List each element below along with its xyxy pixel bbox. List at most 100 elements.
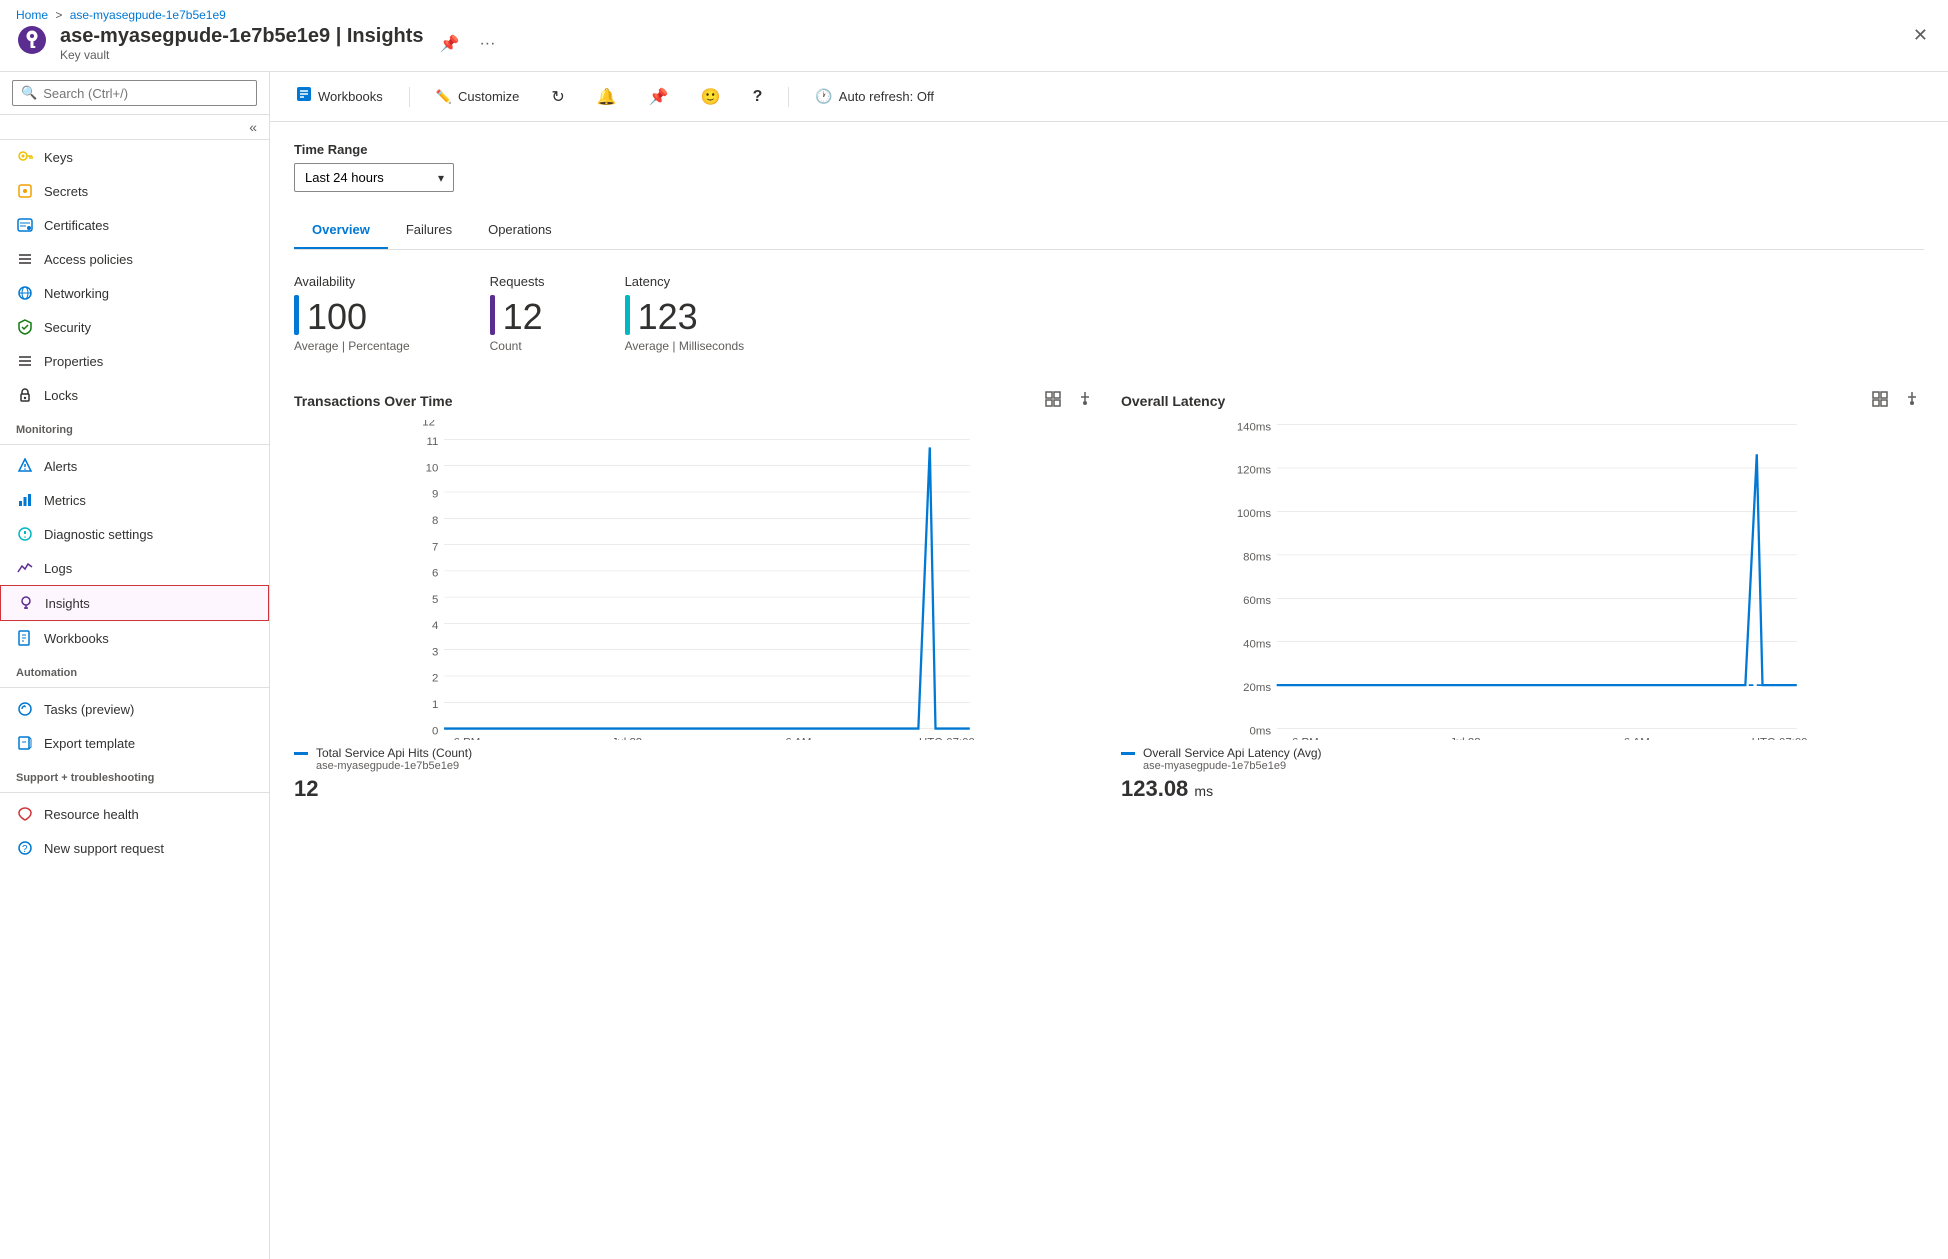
title-bar: Home > ase-myasegpude-1e7b5e1e9 a (0, 0, 1948, 72)
transactions-chart-panel: Transactions Over Time (294, 389, 1097, 802)
workbooks-button[interactable]: Workbooks (290, 82, 389, 111)
sidebar-item-properties[interactable]: Properties (0, 344, 269, 378)
bell-button[interactable]: 🔔 (591, 83, 623, 111)
sidebar-item-resource-health[interactable]: Resource health (0, 797, 269, 831)
pin-toolbar-button[interactable]: 📌 (643, 83, 675, 111)
help-icon: ? (753, 88, 763, 106)
sidebar-item-tasks[interactable]: Tasks (preview) (0, 692, 269, 726)
tab-operations[interactable]: Operations (470, 212, 570, 249)
pin-button[interactable]: 📌 (436, 30, 464, 58)
transactions-legend-value: 12 (294, 776, 1097, 802)
svg-text:6 AM: 6 AM (1624, 737, 1650, 740)
more-options-button[interactable]: ··· (475, 31, 499, 57)
search-box[interactable]: 🔍 (12, 80, 257, 106)
sidebar-collapse-button[interactable]: « (0, 115, 269, 140)
svg-text:0: 0 (432, 725, 438, 737)
auto-refresh-button[interactable]: 🕐 Auto refresh: Off (809, 84, 940, 109)
svg-text:60ms: 60ms (1243, 595, 1271, 607)
insights-icon (17, 594, 35, 612)
close-button[interactable]: ✕ (1909, 21, 1932, 50)
new-support-icon: ? (16, 839, 34, 857)
sidebar-item-logs[interactable]: Logs (0, 551, 269, 585)
toolbar: Workbooks ✏️ Customize ↻ 🔔 📌 🙂 (270, 72, 1948, 122)
refresh-button[interactable]: ↻ (545, 83, 570, 111)
tasks-icon (16, 700, 34, 718)
support-divider (0, 792, 269, 793)
svg-text:7: 7 (432, 541, 438, 553)
metrics-row: Availability 100 Average | Percentage Re… (294, 274, 1924, 353)
svg-text:1: 1 (432, 699, 438, 711)
sidebar-item-workbooks[interactable]: Workbooks (0, 621, 269, 655)
svg-text:6 PM: 6 PM (454, 737, 481, 740)
transactions-legend: Total Service Api Hits (Count) (294, 746, 1097, 760)
search-input[interactable] (43, 86, 248, 101)
metric-availability-value-row: 100 (294, 295, 410, 335)
sidebar-item-certificates[interactable]: Certificates (0, 208, 269, 242)
latency-title-row: Overall Latency (1121, 389, 1924, 412)
pin-icon (1077, 391, 1093, 407)
secrets-icon (16, 182, 34, 200)
svg-text:6 AM: 6 AM (785, 737, 811, 740)
networking-icon (16, 284, 34, 302)
sidebar-item-security[interactable]: Security (0, 310, 269, 344)
breadcrumb-resource[interactable]: ase-myasegpude-1e7b5e1e9 (70, 8, 226, 22)
sidebar-item-networking[interactable]: Networking (0, 276, 269, 310)
sidebar-item-metrics[interactable]: Metrics (0, 483, 269, 517)
resource-health-icon (16, 805, 34, 823)
sidebar-item-secrets[interactable]: Secrets (0, 174, 269, 208)
sidebar-label-keys: Keys (44, 150, 73, 165)
svg-text:10: 10 (426, 462, 439, 474)
sidebar-item-new-support[interactable]: ? New support request (0, 831, 269, 865)
sidebar-label-new-support: New support request (44, 841, 164, 856)
svg-text:UTC-07:00: UTC-07:00 (919, 737, 975, 740)
time-range-label: Time Range (294, 142, 1924, 157)
breadcrumb-home[interactable]: Home (16, 8, 48, 22)
latency-value: 123 (638, 299, 698, 335)
transactions-expand-button[interactable] (1041, 389, 1065, 412)
sidebar-label-logs: Logs (44, 561, 72, 576)
sidebar-label-resource-health: Resource health (44, 807, 139, 822)
sidebar-label-certificates: Certificates (44, 218, 109, 233)
latency-legend-resource: ase-myasegpude-1e7b5e1e9 (1143, 760, 1924, 772)
section-monitoring: Monitoring (0, 412, 269, 440)
sidebar-item-insights[interactable]: Insights (0, 585, 269, 621)
sidebar-item-diagnostic[interactable]: Diagnostic settings (0, 517, 269, 551)
security-icon (16, 318, 34, 336)
metrics-icon (16, 491, 34, 509)
help-button[interactable]: ? (747, 84, 769, 110)
latency-bar (625, 295, 630, 335)
transactions-chart-actions (1041, 389, 1097, 412)
svg-text:6 PM: 6 PM (1292, 737, 1319, 740)
svg-text:11: 11 (427, 436, 439, 448)
sidebar-item-locks[interactable]: Locks (0, 378, 269, 412)
sidebar-item-export[interactable]: Export template (0, 726, 269, 760)
sidebar-item-alerts[interactable]: Alerts (0, 449, 269, 483)
time-range-wrap: Last 24 hours Last 1 hour Last 6 hours L… (294, 163, 454, 192)
feedback-button[interactable]: 🙂 (695, 83, 727, 111)
section-support: Support + troubleshooting (0, 760, 269, 788)
sidebar-label-access-policies: Access policies (44, 252, 133, 267)
toolbar-sep-2 (788, 87, 789, 107)
customize-button[interactable]: ✏️ Customize (430, 85, 526, 109)
sidebar-item-keys[interactable]: Keys (0, 140, 269, 174)
main-content: Workbooks ✏️ Customize ↻ 🔔 📌 🙂 (270, 72, 1948, 1259)
transactions-legend-color (294, 752, 308, 755)
transactions-legend-text: Total Service Api Hits (Count) (316, 746, 472, 760)
sidebar-item-access-policies[interactable]: Access policies (0, 242, 269, 276)
latency-expand-button[interactable] (1868, 389, 1892, 412)
time-range-select[interactable]: Last 24 hours Last 1 hour Last 6 hours L… (294, 163, 454, 192)
svg-text:12: 12 (422, 420, 435, 429)
workbooks-label: Workbooks (318, 89, 383, 104)
monitoring-divider (0, 444, 269, 445)
properties-icon (16, 352, 34, 370)
svg-text:?: ? (22, 844, 28, 855)
latency-pin-icon (1904, 391, 1920, 407)
metric-availability: Availability 100 Average | Percentage (294, 274, 410, 353)
tab-failures[interactable]: Failures (388, 212, 470, 249)
transactions-pin-button[interactable] (1073, 389, 1097, 412)
sidebar-label-export: Export template (44, 736, 135, 751)
latency-pin-button[interactable] (1900, 389, 1924, 412)
tab-overview[interactable]: Overview (294, 212, 388, 249)
page-title-text: ase-myasegpude-1e7b5e1e9 | Insights (60, 25, 424, 48)
sidebar-label-workbooks: Workbooks (44, 631, 109, 646)
